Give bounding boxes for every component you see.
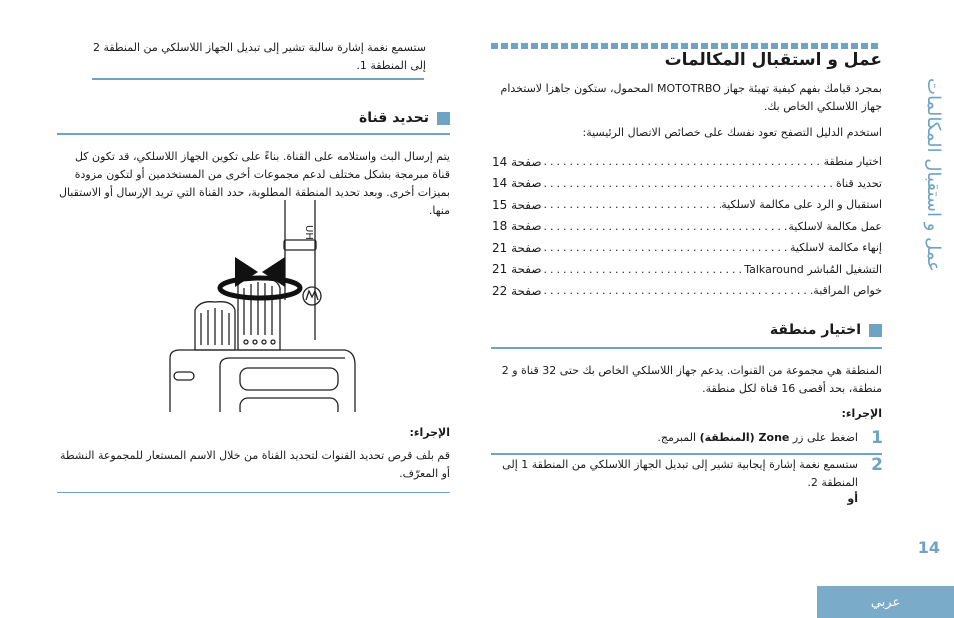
- toc-item-page: صفحة 21: [492, 240, 542, 255]
- step-content: ستسمع نغمة إشارة إيجابية تشير إلى تبديل …: [490, 456, 858, 506]
- toc-item-label: اختيار منطقة: [823, 155, 882, 169]
- toc-item-label: عمل مكالمة لاسلكية: [788, 219, 882, 233]
- table-of-contents: اختيار منطقة............................…: [492, 151, 882, 302]
- toc-leader-dots: ........................................…: [543, 198, 722, 212]
- channel-section-heading: تحديد قناة: [359, 110, 450, 126]
- toc-item-page: صفحة 18: [492, 219, 542, 234]
- channel-heading-text: تحديد قناة: [358, 110, 429, 126]
- zone-section-heading: اختيار منطقة: [770, 322, 882, 338]
- toc-item-label: تحديد قناة: [836, 176, 882, 190]
- toc-item-page: صفحة 14: [492, 154, 542, 169]
- zone-step-2: 2 ستسمع نغمة إشارة إيجابية تشير إلى تبدي…: [490, 456, 884, 506]
- section-marker-icon: [869, 323, 882, 337]
- toc-item-label: إنهاء مكالمة لاسلكية: [789, 241, 882, 255]
- rotation-arrow-icon: [217, 257, 303, 301]
- toc-item[interactable]: خواص المراقبة...........................…: [492, 280, 882, 302]
- channel-procedure-rule: [57, 492, 450, 493]
- intro-paragraph: بمجرد قيامك بفهم كيفية تهيئة جهاز MOTOTR…: [500, 82, 882, 113]
- zone-button-label: Zone (المنطقة): [699, 431, 790, 444]
- section-dash-bar: [491, 43, 881, 49]
- page-number: 14: [917, 538, 940, 557]
- toc-leader-dots: ........................................…: [543, 176, 836, 190]
- toc-leader-dots: ........................................…: [543, 155, 824, 169]
- step-text-part: اضغط على زر: [789, 431, 858, 444]
- radio-knob-illustration: UH: [160, 200, 360, 419]
- toc-item-page: صفحة 15: [492, 197, 542, 212]
- toc-item-page: صفحة 21: [492, 262, 542, 277]
- channel-heading-rule: [57, 133, 450, 135]
- continued-step-text: ستسمع نغمة إشارة سالبة تشير إلى تبديل ال…: [92, 41, 426, 72]
- toc-item[interactable]: عمل مكالمة لاسلكية......................…: [492, 216, 882, 238]
- zone-heading-rule: [491, 347, 882, 349]
- step-text-part: المبرمج.: [657, 431, 700, 444]
- toc-item[interactable]: استقبال و الرد على مكالمة لاسلكية.......…: [492, 194, 882, 216]
- section-marker-icon: [437, 111, 450, 125]
- step-divider: [491, 453, 882, 455]
- toc-item[interactable]: اختيار منطقة............................…: [492, 151, 882, 173]
- toc-item-page: صفحة 22: [492, 283, 542, 298]
- step-or-text: أو: [847, 492, 858, 505]
- toc-item-label: استقبال و الرد على مكالمة لاسلكية: [721, 198, 882, 212]
- zone-step-1: 1 اضغط على زر Zone (المنطقة) المبرمج.: [490, 429, 884, 447]
- toc-item-page: صفحة 14: [492, 176, 542, 191]
- zone-body-paragraph: المنطقة هي مجموعة من القنوات. يدعم جهاز …: [501, 364, 882, 395]
- language-tab: عربي: [817, 586, 954, 618]
- step-number: 1: [871, 428, 883, 448]
- step-text: اضغط على زر Zone (المنطقة) المبرمج.: [657, 429, 858, 447]
- toc-item-label: التشغيل المُباشر Talkaround: [744, 262, 882, 276]
- step-text: ستسمع نغمة إشارة إيجابية تشير إلى تبديل …: [502, 458, 858, 489]
- toc-leader-dots: ........................................…: [543, 284, 814, 298]
- radio-illustration-svg: UH: [169, 200, 356, 419]
- continued-text-rule: [92, 78, 424, 80]
- zone-heading-text: اختيار منطقة: [769, 322, 861, 338]
- step-number: 2: [871, 455, 883, 475]
- toc-item[interactable]: التشغيل المُباشر Talkaround.............…: [492, 259, 882, 281]
- toc-lead-text: استخدم الدليل التصفح تعود نفسك على خصائص…: [582, 126, 883, 139]
- page-title: عمل و استقبال المكالمات: [664, 50, 882, 70]
- zone-procedure-label: الإجراء:: [841, 407, 882, 420]
- toc-item-label: خواص المراقبة: [813, 284, 882, 298]
- toc-item[interactable]: تحديد قناة..............................…: [492, 173, 882, 195]
- toc-item[interactable]: إنهاء مكالمة لاسلكية....................…: [492, 237, 882, 259]
- toc-leader-dots: ........................................…: [543, 219, 789, 233]
- side-chapter-tab: عمل و استقبال المكالمات: [923, 78, 944, 272]
- toc-leader-dots: ........................................…: [543, 262, 745, 276]
- toc-leader-dots: ........................................…: [543, 241, 790, 255]
- svg-text:UH: UH: [303, 225, 314, 240]
- channel-procedure-label: الإجراء:: [409, 426, 450, 439]
- channel-procedure-text: قم بلف قرص تحديد القنوات لتحديد القناة م…: [60, 449, 450, 480]
